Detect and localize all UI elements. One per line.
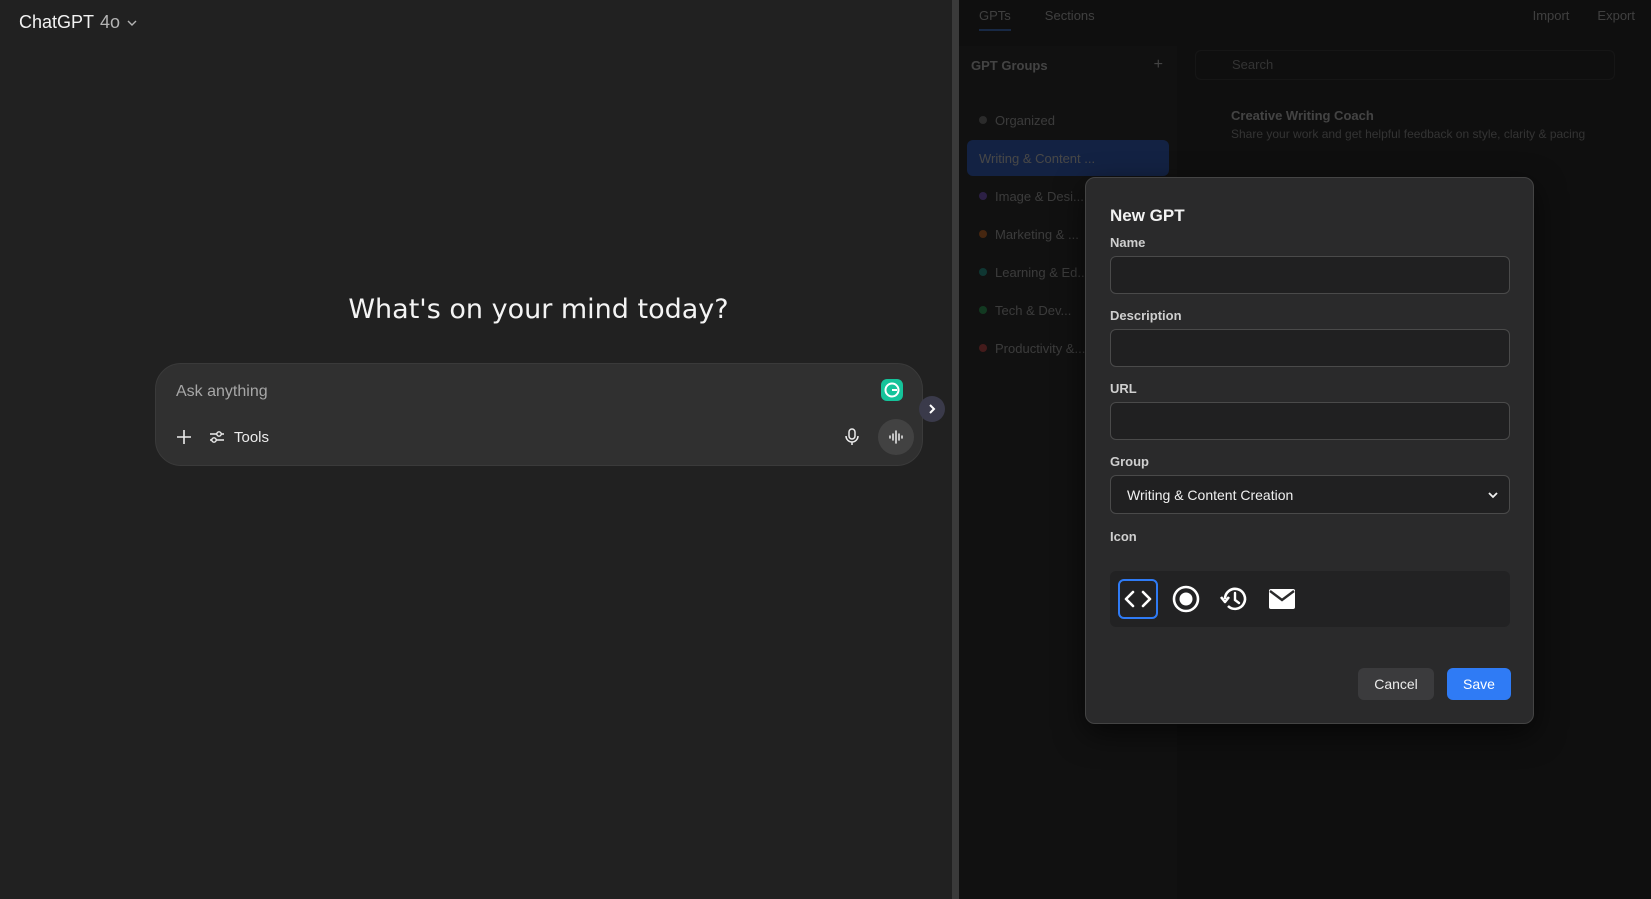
record-icon [1172, 585, 1200, 613]
group-select-value: Writing & Content Creation [1127, 486, 1294, 503]
plus-icon[interactable] [174, 427, 194, 447]
icon-picker [1110, 571, 1510, 627]
model-switcher[interactable]: ChatGPT 4o [19, 12, 138, 33]
chevron-right-icon [929, 404, 936, 414]
description-field[interactable] [1110, 329, 1510, 367]
url-label: URL [1110, 381, 1137, 396]
new-gpt-dialog: New GPT Name Description URL Group Writi… [1085, 177, 1534, 724]
app-root: ChatGPT 4o What's on your mind today? As… [0, 0, 1651, 899]
model-version: 4o [100, 12, 121, 32]
group-select[interactable]: Writing & Content Creation [1110, 475, 1510, 514]
panel-toggle-button[interactable] [919, 396, 945, 422]
waveform-icon [889, 430, 903, 444]
chat-pane: ChatGPT 4o What's on your mind today? As… [0, 0, 952, 899]
code-icon [1124, 590, 1152, 608]
tools-label: Tools [234, 428, 270, 446]
save-button[interactable]: Save [1447, 668, 1511, 700]
icon-option-mail[interactable] [1262, 579, 1302, 619]
name-field[interactable] [1110, 256, 1510, 294]
history-icon [1219, 587, 1247, 611]
chevron-down-icon [127, 20, 137, 26]
sliders-icon [210, 431, 224, 443]
chevron-down-icon [1488, 491, 1498, 498]
group-label: Group [1110, 454, 1149, 469]
model-name: ChatGPT [19, 12, 95, 32]
description-label: Description [1110, 308, 1182, 323]
cancel-button[interactable]: Cancel [1358, 668, 1434, 700]
voice-mode-button[interactable] [878, 419, 914, 455]
tools-button[interactable]: Tools [208, 424, 269, 450]
icon-label: Icon [1110, 529, 1137, 544]
icon-option-history[interactable] [1214, 579, 1254, 619]
icon-option-record[interactable] [1166, 579, 1206, 619]
url-field[interactable] [1110, 402, 1510, 440]
icon-option-code[interactable] [1118, 579, 1158, 619]
composer: Ask anything Tools [155, 363, 923, 466]
microphone-icon[interactable] [842, 427, 862, 447]
mail-icon [1269, 589, 1295, 609]
grammarly-icon[interactable] [880, 378, 904, 402]
name-label: Name [1110, 235, 1146, 250]
page-title: What's on your mind today? [348, 294, 729, 325]
prompt-input[interactable]: Ask anything [176, 383, 268, 401]
dialog-title: New GPT [1110, 206, 1185, 225]
pane-divider[interactable] [952, 0, 959, 899]
